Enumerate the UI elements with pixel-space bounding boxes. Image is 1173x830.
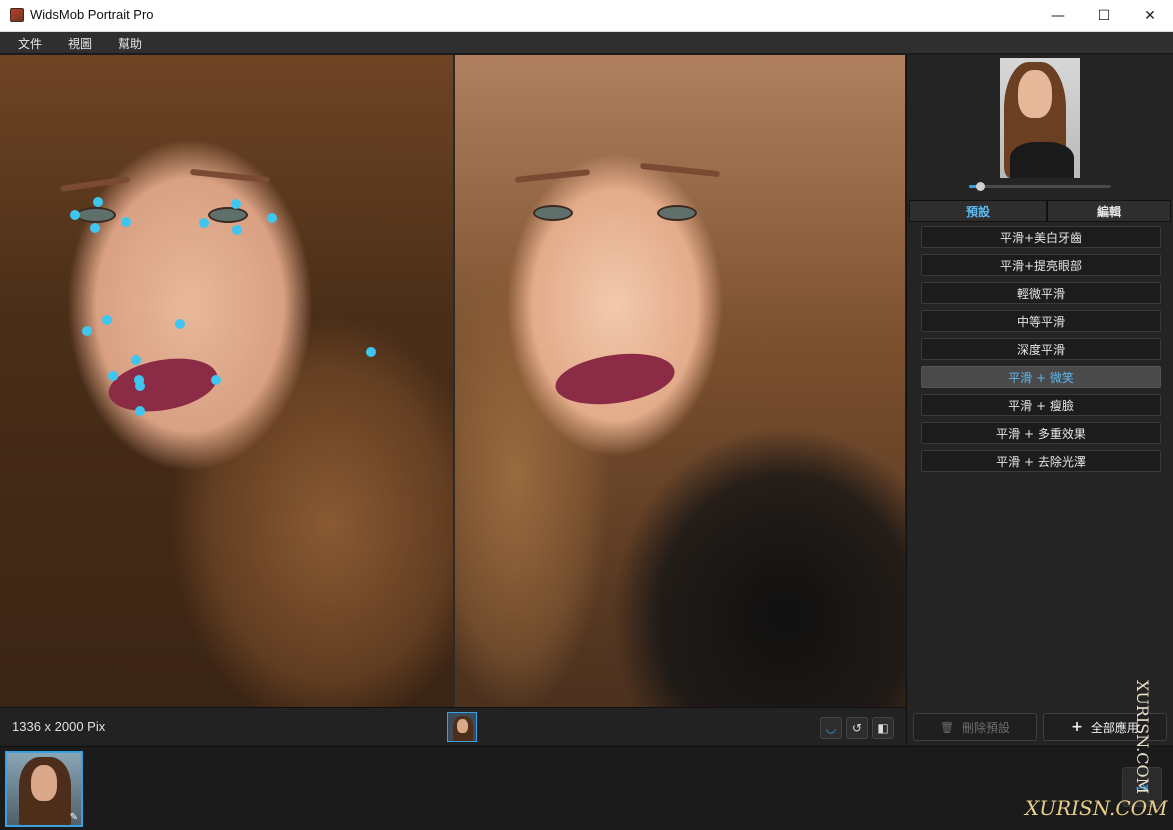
right-panel: 預設 編輯 平滑+美白牙齒 平滑+提亮眼部 輕微平滑 中等平滑 深度平滑 平滑 … bbox=[906, 55, 1173, 745]
landmark-point[interactable] bbox=[135, 381, 145, 391]
preset-item[interactable]: 中等平滑 bbox=[921, 310, 1161, 332]
lips bbox=[552, 346, 678, 412]
thumbnail-body bbox=[1010, 142, 1074, 178]
left-eyebrow bbox=[59, 176, 131, 192]
preview-thumbnail[interactable] bbox=[1000, 58, 1080, 178]
minimize-button[interactable]: — bbox=[1035, 0, 1081, 31]
landmark-point[interactable] bbox=[102, 315, 112, 325]
tab-presets[interactable]: 預設 bbox=[909, 200, 1047, 222]
left-eye bbox=[76, 207, 116, 223]
right-eye bbox=[657, 205, 697, 221]
delete-preset-button[interactable]: 🗑 刪除預設 bbox=[913, 713, 1037, 741]
zoom-slider-handle[interactable] bbox=[976, 182, 986, 191]
mini-face bbox=[31, 765, 57, 801]
zoom-slider[interactable] bbox=[969, 182, 1111, 191]
window-title: WidsMob Portrait Pro bbox=[30, 7, 154, 22]
face-detect-icon[interactable]: ◡ bbox=[820, 717, 842, 739]
compare-view-icon[interactable]: ◧ bbox=[872, 717, 894, 739]
left-eyebrow bbox=[514, 169, 591, 183]
landmark-point[interactable] bbox=[231, 199, 241, 209]
delete-preset-label: 刪除預設 bbox=[961, 720, 1010, 735]
mini-face bbox=[457, 719, 468, 733]
landmark-point[interactable] bbox=[90, 223, 100, 233]
filmstrip-thumbnail[interactable]: ✎ bbox=[5, 751, 83, 827]
app-icon bbox=[10, 8, 24, 22]
right-eye bbox=[208, 207, 248, 223]
landmark-point[interactable] bbox=[199, 218, 209, 228]
landmark-point[interactable] bbox=[82, 326, 92, 336]
landmark-point[interactable] bbox=[93, 197, 103, 207]
trash-icon: 🗑 bbox=[940, 720, 954, 734]
landmark-point[interactable] bbox=[267, 213, 277, 223]
preset-item[interactable]: 平滑+美白牙齒 bbox=[921, 226, 1161, 248]
menu-bar: 文件 視圖 幫助 bbox=[0, 32, 1173, 54]
preset-item[interactable]: 平滑 + 多重效果 bbox=[921, 422, 1161, 444]
tab-edit[interactable]: 編輯 bbox=[1047, 200, 1171, 222]
plus-icon: + bbox=[1071, 719, 1083, 735]
landmark-point[interactable] bbox=[121, 217, 131, 227]
status-bar: 1336 x 2000 Pix ◡ ↺ ◧ bbox=[0, 707, 906, 745]
maximize-button[interactable]: ☐ bbox=[1081, 0, 1127, 31]
title-bar: WidsMob Portrait Pro — ☐ ✕ bbox=[0, 0, 1173, 32]
landmark-point[interactable] bbox=[232, 225, 242, 235]
landmark-point[interactable] bbox=[135, 406, 145, 416]
landmark-point[interactable] bbox=[211, 375, 221, 385]
filmstrip: ✎ ⇥ bbox=[0, 746, 1173, 830]
preset-item[interactable]: 平滑 + 瘦臉 bbox=[921, 394, 1161, 416]
apply-all-label: 全部應用 bbox=[1090, 720, 1139, 735]
landmark-point[interactable] bbox=[366, 347, 376, 357]
preset-item[interactable]: 深度平滑 bbox=[921, 338, 1161, 360]
close-button[interactable]: ✕ bbox=[1127, 0, 1173, 31]
lips bbox=[104, 350, 222, 420]
watermark-horizontal: XURISN.COM bbox=[1025, 796, 1168, 820]
left-eye bbox=[533, 205, 573, 221]
original-photo[interactable] bbox=[0, 55, 453, 707]
landmark-point[interactable] bbox=[108, 371, 118, 381]
retouched-photo bbox=[455, 55, 905, 707]
current-image-thumbnail[interactable] bbox=[447, 712, 477, 742]
right-eyebrow bbox=[189, 168, 271, 184]
preset-item[interactable]: 平滑+提亮眼部 bbox=[921, 254, 1161, 276]
menu-help[interactable]: 幫助 bbox=[118, 35, 142, 52]
landmark-point[interactable] bbox=[175, 319, 185, 329]
thumbnail-face bbox=[1018, 70, 1052, 118]
preset-item[interactable]: 平滑 + 微笑 bbox=[921, 366, 1161, 388]
preset-item[interactable]: 輕微平滑 bbox=[921, 282, 1161, 304]
landmark-point[interactable] bbox=[131, 355, 141, 365]
reset-icon[interactable]: ↺ bbox=[846, 717, 868, 739]
menu-view[interactable]: 視圖 bbox=[68, 35, 92, 52]
image-dimensions: 1336 x 2000 Pix bbox=[12, 719, 106, 734]
edit-pencil-icon: ✎ bbox=[69, 812, 78, 823]
watermark-vertical: XURISN.COM bbox=[1133, 680, 1152, 795]
landmark-point[interactable] bbox=[70, 210, 80, 220]
preset-item[interactable]: 平滑 + 去除光澤 bbox=[921, 450, 1161, 472]
menu-file[interactable]: 文件 bbox=[18, 35, 42, 52]
right-eyebrow bbox=[639, 162, 721, 178]
